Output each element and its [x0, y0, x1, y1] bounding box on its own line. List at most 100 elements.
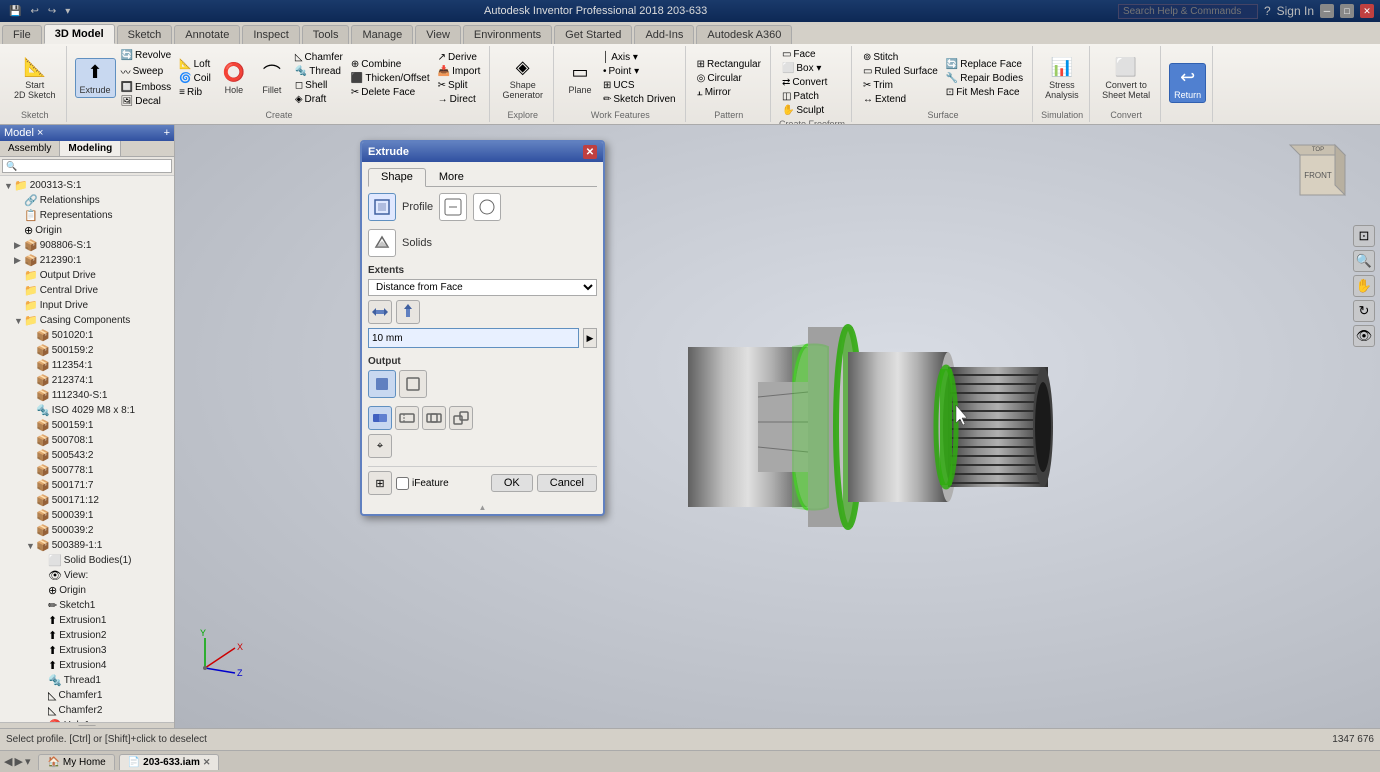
- extents-type-select[interactable]: Distance from Face Distance To Next To T…: [368, 279, 597, 296]
- tab-sketch[interactable]: Sketch: [117, 25, 173, 44]
- ifeature-button[interactable]: ⊞: [368, 471, 392, 495]
- tree-item-500171-7[interactable]: 📦 500171:7: [2, 478, 172, 493]
- redo-icon[interactable]: ↪: [45, 5, 59, 18]
- fit-mesh-face-button[interactable]: ⊡ Fit Mesh Face: [943, 86, 1026, 99]
- tree-item-sketch1[interactable]: ✏ Sketch1: [2, 598, 172, 613]
- tab-a360[interactable]: Autodesk A360: [696, 25, 792, 44]
- tree-item-view[interactable]: 👁 View:: [2, 568, 172, 583]
- tree-item-212374[interactable]: 📦 212374:1: [2, 373, 172, 388]
- search-input[interactable]: [1118, 4, 1258, 19]
- tree-item-input-drive[interactable]: 📁 Input Drive: [2, 298, 172, 313]
- tree-item-500039-1[interactable]: 📦 500039:1: [2, 508, 172, 523]
- profile-button-2[interactable]: [439, 193, 467, 221]
- tab-get-started[interactable]: Get Started: [554, 25, 632, 44]
- chamfer-button[interactable]: ◺ Chamfer: [292, 51, 346, 64]
- box-button[interactable]: ⬜ Box ▾: [779, 62, 830, 75]
- combine-button[interactable]: ⊕ Combine: [348, 58, 433, 71]
- shape-generator-button[interactable]: ◈ ShapeGenerator: [498, 54, 547, 103]
- ruled-surface-button[interactable]: ▭ Ruled Surface: [860, 65, 941, 78]
- viewport[interactable]: X Y Z FRONT TOP ⊡ 🔍 ✋ ↻ 👁: [175, 125, 1380, 728]
- op-join-button[interactable]: [368, 406, 392, 430]
- tree-item-root[interactable]: ▼ 📁 200313-S:1: [2, 178, 172, 193]
- tab-environments[interactable]: Environments: [463, 25, 552, 44]
- tab-3d-model[interactable]: 3D Model: [44, 24, 115, 44]
- tree-item-extrusion4[interactable]: ⬆ Extrusion4: [2, 658, 172, 673]
- derive-button[interactable]: ↗ Derive: [435, 51, 484, 64]
- extents-value-input[interactable]: [368, 328, 579, 348]
- direction-sym-button[interactable]: [368, 300, 392, 324]
- tree-item-500543[interactable]: 📦 500543:2: [2, 448, 172, 463]
- tree-item-origin[interactable]: ⊕ Origin: [2, 223, 172, 238]
- op-new-solid-button[interactable]: [449, 406, 473, 430]
- revolve-button[interactable]: 🔄 Revolve: [118, 49, 175, 62]
- tab-203-633-iam[interactable]: 📄 203-633.iam ✕: [119, 754, 220, 770]
- extents-more-button[interactable]: ▶: [583, 328, 597, 348]
- stress-analysis-button[interactable]: 📊 StressAnalysis: [1041, 54, 1083, 103]
- point-button[interactable]: • Point ▾: [600, 65, 679, 78]
- tab-nav-next[interactable]: ▶: [14, 755, 22, 768]
- save-icon[interactable]: 💾: [6, 5, 24, 18]
- tree-item-500389[interactable]: ▼ 📦 500389-1:1: [2, 538, 172, 553]
- coil-button[interactable]: 🌀 Coil: [176, 72, 214, 85]
- plane-button[interactable]: ▭ Plane: [562, 59, 598, 98]
- axis-button[interactable]: │ Axis ▾: [600, 51, 679, 64]
- dialog-tab-shape[interactable]: Shape: [368, 168, 426, 187]
- tree-item-500708[interactable]: 📦 500708:1: [2, 433, 172, 448]
- tree-item-casing[interactable]: ▼ 📁 Casing Components: [2, 313, 172, 328]
- dialog-resize-handle[interactable]: [362, 501, 603, 514]
- tree-item-solid-bodies[interactable]: ⬜ Solid Bodies(1): [2, 553, 172, 568]
- close-button[interactable]: ✕: [1360, 4, 1374, 18]
- direct-button[interactable]: → Direct: [435, 93, 484, 106]
- tab-203-633-close[interactable]: ✕: [203, 757, 211, 768]
- emboss-button[interactable]: 🔲 Emboss: [118, 81, 175, 94]
- tab-annotate[interactable]: Annotate: [174, 25, 240, 44]
- tree-item-1112340[interactable]: 📦 1112340-S:1: [2, 388, 172, 403]
- solids-icon-button[interactable]: [368, 229, 396, 257]
- dialog-cancel-button[interactable]: Cancel: [537, 474, 597, 492]
- tree-item-thread1[interactable]: 🔩 Thread1: [2, 673, 172, 688]
- browser-resize-handle[interactable]: ───: [0, 722, 174, 728]
- tree-item-chamfer2[interactable]: ◺ Chamfer2: [2, 703, 172, 718]
- tree-item-chamfer1[interactable]: ◺ Chamfer1: [2, 688, 172, 703]
- op-intersect-button[interactable]: [422, 406, 446, 430]
- tree-item-extrusion3[interactable]: ⬆ Extrusion3: [2, 643, 172, 658]
- start-2d-sketch-button[interactable]: 📐 Start2D Sketch: [10, 54, 60, 103]
- look-at-button[interactable]: 👁: [1353, 325, 1375, 347]
- tab-manage[interactable]: Manage: [351, 25, 413, 44]
- draft-button[interactable]: ◈ Draft: [292, 93, 346, 106]
- tree-item-112354[interactable]: 📦 112354:1: [2, 358, 172, 373]
- sketch-driven-button[interactable]: ✏ Sketch Driven: [600, 93, 679, 106]
- tree-item-500039-2[interactable]: 📦 500039:2: [2, 523, 172, 538]
- import-button[interactable]: 📥 Import: [435, 65, 484, 78]
- return-button[interactable]: ↩ Return: [1169, 63, 1206, 104]
- extrude-button[interactable]: ⬆ Extrude: [75, 58, 116, 99]
- dialog-close-button[interactable]: ✕: [583, 145, 597, 159]
- repair-bodies-button[interactable]: 🔧 Repair Bodies: [943, 72, 1026, 85]
- op-cut-button[interactable]: [395, 406, 419, 430]
- tab-add-ins[interactable]: Add-Ins: [634, 25, 694, 44]
- tree-item-501020[interactable]: 📦 501020:1: [2, 328, 172, 343]
- ifeature-checkbox[interactable]: [396, 477, 409, 490]
- face-button[interactable]: ▭ Face: [779, 48, 830, 61]
- circular-button[interactable]: ◎ Circular: [694, 72, 764, 85]
- extend-button[interactable]: ↔ Extend: [860, 93, 941, 106]
- thread-button[interactable]: 🔩 Thread: [292, 65, 346, 78]
- ucs-button[interactable]: ⊞ UCS: [600, 79, 679, 92]
- tree-item-extrusion2[interactable]: ⬆ Extrusion2: [2, 628, 172, 643]
- tree-item-500159-2[interactable]: 📦 500159:2: [2, 343, 172, 358]
- profile-button-3[interactable]: [473, 193, 501, 221]
- dialog-ok-button[interactable]: OK: [491, 474, 533, 492]
- tree-item-500171-12[interactable]: 📦 500171:12: [2, 493, 172, 508]
- taper-button[interactable]: ⌖: [368, 434, 392, 458]
- tree-item-908806[interactable]: ▶ 📦 908806-S:1: [2, 238, 172, 253]
- thicken-button[interactable]: ⬛ Thicken/Offset: [348, 72, 433, 85]
- rectangular-button[interactable]: ⊞ Rectangular: [694, 58, 764, 71]
- zoom-button[interactable]: 🔍: [1353, 250, 1375, 272]
- dialog-title-bar[interactable]: Extrude ✕: [362, 142, 603, 162]
- tree-item-extrusion1[interactable]: ⬆ Extrusion1: [2, 613, 172, 628]
- hole-button[interactable]: ⭕ Hole: [216, 59, 252, 98]
- tree-item-origin2[interactable]: ⊕ Origin: [2, 583, 172, 598]
- mirror-button[interactable]: ⫠ Mirror: [694, 86, 764, 99]
- minimize-button[interactable]: ─: [1320, 4, 1334, 18]
- tree-item-representations[interactable]: 📋 Representations: [2, 208, 172, 223]
